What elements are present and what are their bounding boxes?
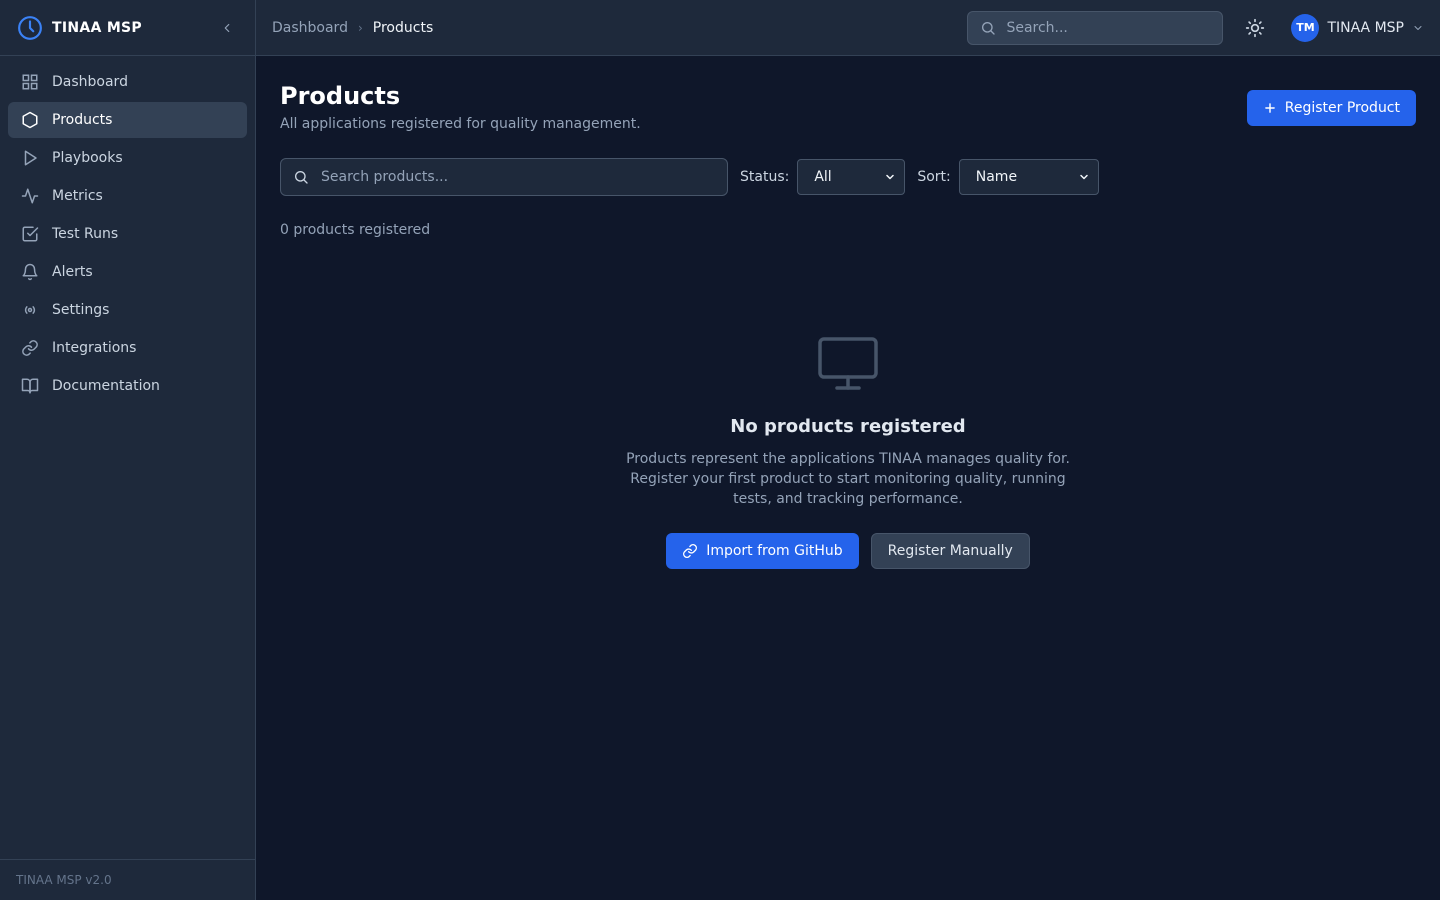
- brand-header: TINAA MSP: [0, 0, 255, 56]
- sidebar-item-label: Integrations: [52, 340, 137, 356]
- page-subtitle: All applications registered for quality …: [280, 116, 641, 132]
- register-manually-label: Register Manually: [887, 543, 1013, 559]
- chevron-down-icon: [884, 171, 896, 183]
- empty-state-title: No products registered: [730, 416, 966, 437]
- global-search-input[interactable]: Search...: [967, 10, 1224, 45]
- sidebar-item-alerts[interactable]: Alerts: [8, 254, 247, 290]
- breadcrumb-dashboard[interactable]: Dashboard: [272, 20, 348, 36]
- sidebar-item-products[interactable]: Products: [8, 102, 247, 138]
- import-from-github-button[interactable]: Import from GitHub: [666, 533, 859, 569]
- sidebar-item-documentation[interactable]: Documentation: [8, 368, 247, 404]
- sidebar-item-label: Settings: [52, 302, 110, 318]
- link-icon: [20, 338, 40, 358]
- sidebar: TINAA MSP Dashboard Products Playbooks M…: [0, 0, 256, 900]
- import-from-github-label: Import from GitHub: [706, 543, 843, 559]
- chevron-left-icon: [224, 23, 230, 32]
- sidebar-nav: Dashboard Products Playbooks Metrics Tes…: [0, 56, 255, 404]
- activity-icon: [20, 186, 40, 206]
- product-search-box: [280, 158, 728, 196]
- sort-select[interactable]: Name: [958, 159, 1099, 195]
- sidebar-item-playbooks[interactable]: Playbooks: [8, 140, 247, 176]
- grid-icon: [20, 72, 40, 92]
- main-content: Products All applications registered for…: [256, 56, 1440, 900]
- status-select-value: All: [814, 169, 832, 185]
- empty-state: No products registered Products represen…: [256, 336, 1440, 569]
- sidebar-item-label: Test Runs: [52, 226, 119, 242]
- sidebar-item-dashboard[interactable]: Dashboard: [8, 64, 247, 100]
- chevron-down-icon: [1412, 22, 1424, 34]
- avatar: TM: [1291, 13, 1320, 42]
- hexagon-icon: [20, 110, 40, 130]
- sort-label: Sort:: [917, 169, 951, 185]
- bell-icon: [20, 262, 40, 282]
- user-menu[interactable]: TM TINAA MSP: [1291, 13, 1424, 42]
- book-icon: [20, 376, 40, 396]
- sidebar-item-label: Dashboard: [52, 74, 128, 90]
- sidebar-item-label: Playbooks: [52, 150, 123, 166]
- sidebar-item-label: Alerts: [52, 264, 93, 280]
- sidebar-item-label: Products: [52, 112, 113, 128]
- status-filter-label: Status:: [740, 169, 790, 185]
- status-select[interactable]: All: [797, 159, 906, 195]
- search-icon: [293, 169, 309, 185]
- breadcrumb-current: Products: [372, 19, 434, 36]
- products-count: 0 products registered: [280, 222, 431, 238]
- user-name: TINAA MSP: [1327, 19, 1404, 36]
- sun-icon: [1246, 18, 1265, 37]
- play-icon: [20, 148, 40, 168]
- filter-bar: Status: All Sort: Name: [280, 158, 1416, 196]
- radio-icon: [20, 300, 40, 320]
- sidebar-item-test-runs[interactable]: Test Runs: [8, 216, 247, 252]
- top-bar: Dashboard › Products Search... TM TINAA …: [256, 0, 1440, 56]
- empty-state-actions: Import from GitHub Register Manually: [666, 533, 1030, 569]
- link-icon: [682, 543, 698, 559]
- register-product-label: Register Product: [1284, 100, 1400, 116]
- sidebar-item-label: Metrics: [52, 188, 103, 204]
- check-square-icon: [20, 224, 40, 244]
- clock-logo-icon: [16, 14, 44, 42]
- global-search-placeholder: Search...: [1006, 19, 1068, 36]
- sidebar-item-metrics[interactable]: Metrics: [8, 178, 247, 214]
- collapse-sidebar-button[interactable]: [215, 16, 239, 40]
- chevron-down-icon: [1078, 171, 1090, 183]
- register-manually-button[interactable]: Register Manually: [870, 533, 1030, 569]
- product-search-input[interactable]: [321, 169, 711, 185]
- empty-state-description: Products represent the applications TINA…: [626, 451, 1070, 507]
- breadcrumb-separator-icon: ›: [357, 20, 363, 35]
- sidebar-item-integrations[interactable]: Integrations: [8, 330, 247, 366]
- sort-select-value: Name: [975, 169, 1018, 185]
- version-label: TINAA MSP v2.0: [0, 859, 255, 900]
- theme-toggle-button[interactable]: [1243, 16, 1267, 40]
- plus-icon: [1263, 101, 1277, 115]
- page-title: Products: [280, 82, 401, 110]
- sidebar-item-settings[interactable]: Settings: [8, 292, 247, 328]
- search-icon: [980, 20, 996, 36]
- brand-name: TINAA MSP: [52, 19, 142, 36]
- monitor-icon: [816, 336, 880, 392]
- sidebar-item-label: Documentation: [52, 378, 160, 394]
- register-product-button[interactable]: Register Product: [1246, 90, 1416, 126]
